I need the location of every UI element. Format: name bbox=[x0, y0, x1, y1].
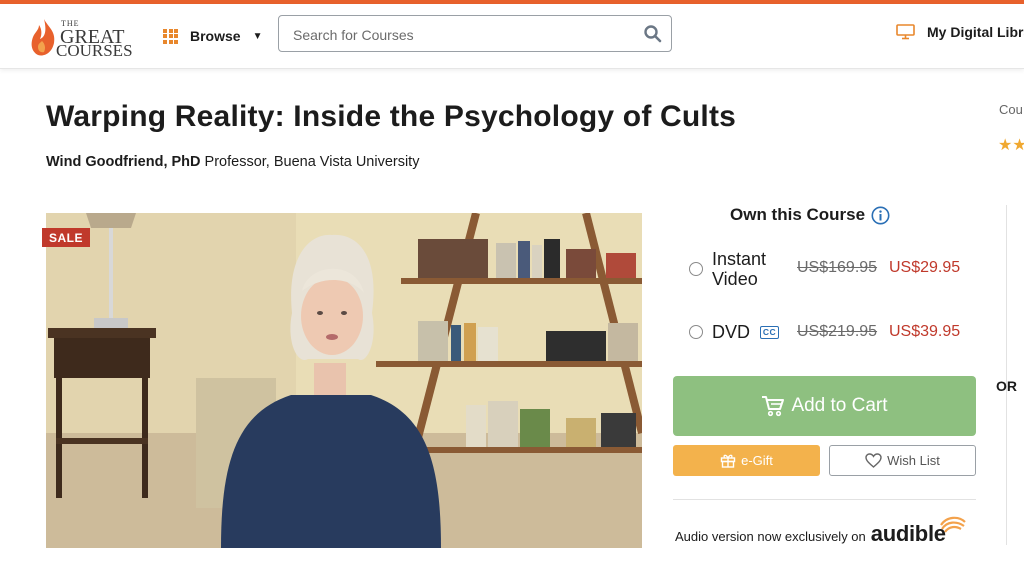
audible-logo[interactable]: audible bbox=[870, 516, 966, 547]
info-icon[interactable] bbox=[871, 206, 890, 225]
wish-list-label: Wish List bbox=[887, 453, 940, 468]
or-separator: OR bbox=[996, 378, 1017, 394]
monitor-icon bbox=[896, 24, 915, 40]
logo-courses: COURSES bbox=[56, 41, 133, 60]
course-video-thumbnail[interactable] bbox=[46, 213, 642, 548]
video-frame-illustration bbox=[46, 213, 642, 548]
purchase-divider bbox=[673, 499, 976, 500]
side-panel-border bbox=[1006, 205, 1007, 545]
browse-menu[interactable]: Browse ▼ bbox=[163, 24, 262, 48]
grid-icon bbox=[163, 28, 178, 44]
format-option-dvd[interactable]: DVD CC bbox=[689, 322, 780, 342]
browse-label: Browse bbox=[190, 28, 241, 44]
heart-icon bbox=[865, 453, 882, 468]
audible-wave-icon bbox=[939, 516, 966, 533]
sale-price-instant-video: US$29.95 bbox=[889, 259, 961, 276]
add-to-cart-button[interactable]: Add to Cart bbox=[673, 376, 976, 436]
my-digital-library-link[interactable]: My Digital Library bbox=[896, 24, 1024, 40]
professor-byline: Wind Goodfriend, PhD Professor, Buena Vi… bbox=[46, 154, 419, 170]
old-price-dvd: US$219.95 bbox=[797, 323, 878, 340]
search-input[interactable] bbox=[291, 24, 635, 46]
own-course-heading: Own this Course bbox=[730, 205, 890, 225]
sale-badge: SALE bbox=[42, 228, 90, 247]
flame-logo-icon bbox=[31, 19, 55, 56]
radio-dvd[interactable] bbox=[689, 325, 703, 339]
egift-label: e-Gift bbox=[741, 453, 773, 468]
add-to-cart-label: Add to Cart bbox=[791, 395, 888, 416]
search-box bbox=[278, 15, 672, 52]
option-label-dvd: DVD bbox=[712, 322, 751, 342]
old-price-instant-video: US$169.95 bbox=[797, 259, 878, 276]
rating-stars: ★★ bbox=[998, 137, 1024, 154]
cart-icon bbox=[762, 396, 785, 417]
option-label-line1: Instant bbox=[712, 249, 767, 269]
radio-instant-video[interactable] bbox=[689, 262, 703, 276]
library-label: My Digital Library bbox=[927, 24, 1024, 40]
audible-note-text: Audio version now exclusively on bbox=[675, 529, 866, 544]
course-title: Warping Reality: Inside the Psychology o… bbox=[46, 100, 737, 133]
site-logo[interactable]: THE GREAT COURSES bbox=[30, 13, 135, 61]
format-option-instant-video[interactable]: Instant Video bbox=[689, 249, 766, 289]
gift-icon bbox=[720, 454, 736, 468]
option-label-line2: Video bbox=[712, 269, 758, 289]
sale-price-dvd: US$39.95 bbox=[889, 323, 961, 340]
search-icon[interactable] bbox=[643, 24, 663, 44]
own-course-label: Own this Course bbox=[730, 205, 866, 224]
chevron-down-icon: ▼ bbox=[252, 30, 263, 42]
wish-list-button[interactable]: Wish List bbox=[829, 445, 976, 476]
option-label-instant-video: Instant Video bbox=[712, 249, 766, 289]
audible-wordmark: audible bbox=[870, 521, 946, 546]
audible-note: Audio version now exclusively on audible bbox=[675, 516, 966, 547]
egift-button[interactable]: e-Gift bbox=[673, 445, 820, 476]
side-panel-label: Cou bbox=[999, 102, 1023, 117]
cc-icon: CC bbox=[760, 325, 780, 339]
professor-affiliation: Professor, Buena Vista University bbox=[204, 154, 420, 170]
site-header: THE GREAT COURSES Browse ▼ My Digital Li… bbox=[0, 4, 1024, 69]
professor-name[interactable]: Wind Goodfriend, PhD bbox=[46, 154, 201, 170]
